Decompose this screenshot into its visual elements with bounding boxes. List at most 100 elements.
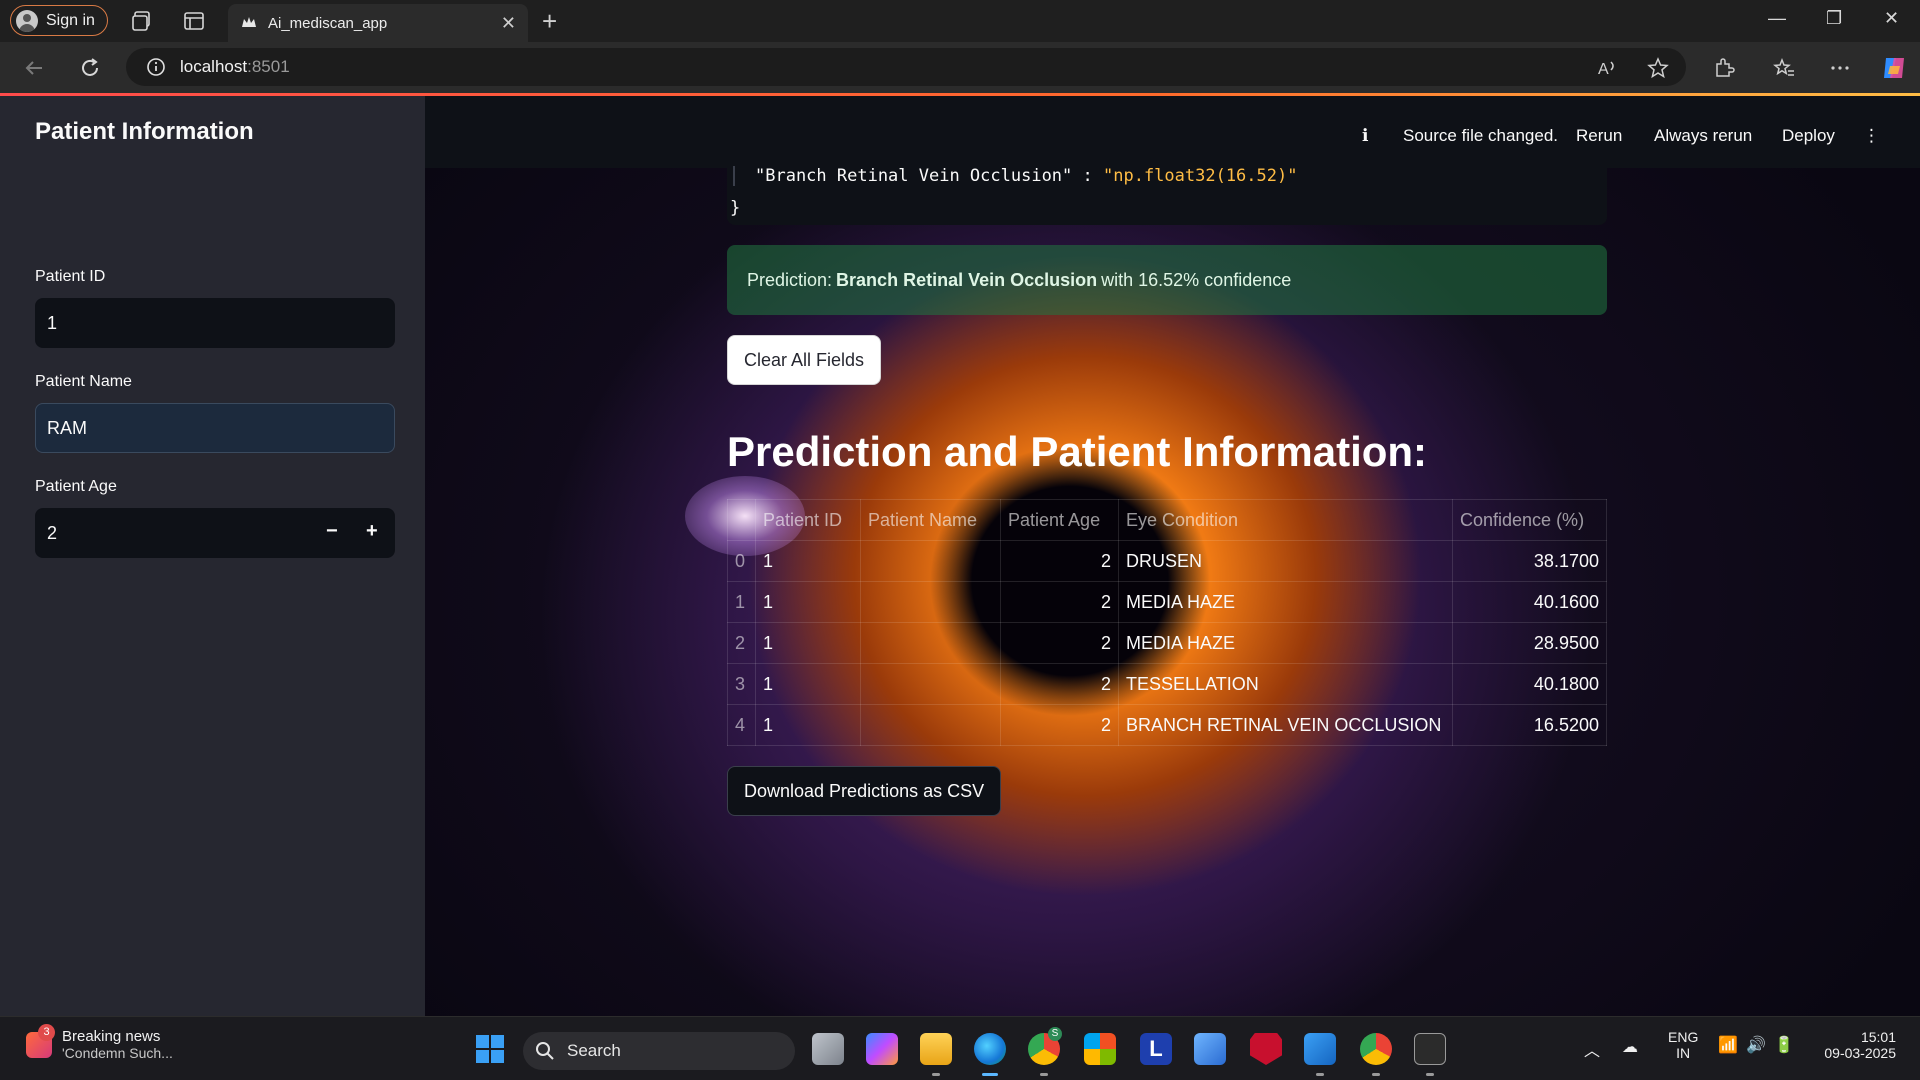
- news-badge: 3: [38, 1023, 55, 1041]
- json-key: "Branch Retinal Vein Occlusion": [755, 166, 1073, 186]
- col-confidence-header[interactable]: Confidence (%): [1452, 499, 1607, 541]
- main-menu-icon[interactable]: ⋮: [1863, 126, 1880, 146]
- minimize-icon[interactable]: —: [1768, 8, 1786, 29]
- windows-start-icon[interactable]: [474, 1033, 506, 1065]
- prediction-success-alert: Prediction: Branch Retinal Vein Occlusio…: [727, 245, 1607, 315]
- table-row[interactable]: 2 1 2 MEDIA HAZE 28.9500: [727, 622, 1607, 664]
- page-heading: Prediction and Patient Information:: [727, 428, 1428, 475]
- workspaces-icon[interactable]: [130, 9, 154, 33]
- language-code: ENG: [1668, 1029, 1699, 1045]
- chrome-profile-badge: S: [1048, 1027, 1062, 1041]
- profile-icon: [16, 9, 38, 32]
- region-code: IN: [1676, 1045, 1691, 1061]
- copilot-icon[interactable]: [1880, 54, 1908, 82]
- news-icon: 3: [26, 1023, 55, 1058]
- windows-taskbar: 3 Breaking news 'Condemn Such... Search …: [0, 1016, 1920, 1080]
- table-row[interactable]: 0 1 2 DRUSEN 38.1700: [727, 540, 1607, 582]
- address-bar-row: localhost:8501 A: [0, 42, 1920, 94]
- search-label: Search: [567, 1041, 621, 1060]
- table-row[interactable]: 4 1 2 BRANCH RETINAL VEIN OCCLUSION 16.5…: [727, 704, 1607, 746]
- favorite-star-icon[interactable]: [1646, 56, 1670, 80]
- patient-age-input[interactable]: 2: [35, 508, 395, 558]
- cell-confidence: 38.1700: [1452, 540, 1607, 582]
- terminal-icon[interactable]: [1414, 1033, 1446, 1065]
- chrome-running-indicator: [1040, 1073, 1048, 1076]
- task-view-icon[interactable]: [812, 1033, 844, 1065]
- age-decrement-button[interactable]: −: [326, 520, 338, 543]
- site-info-icon[interactable]: [146, 57, 166, 77]
- l-app-icon[interactable]: L: [1140, 1033, 1172, 1065]
- copilot-taskbar-icon[interactable]: [866, 1033, 898, 1065]
- search-icon: [536, 1042, 554, 1060]
- battery-icon[interactable]: 🔋: [1774, 1035, 1794, 1055]
- col-eye-condition-header[interactable]: Eye Condition: [1118, 499, 1453, 541]
- cell-patient-age: 2: [1000, 663, 1119, 705]
- row-index: 2: [727, 622, 756, 664]
- more-options-icon[interactable]: [1828, 56, 1852, 80]
- language-indicator[interactable]: ENG IN: [1668, 1029, 1698, 1061]
- always-rerun-button[interactable]: Always rerun: [1654, 126, 1752, 146]
- clock[interactable]: 15:01 09-03-2025: [1816, 1029, 1896, 1061]
- close-tab-icon[interactable]: ✕: [501, 13, 516, 34]
- new-tab-icon[interactable]: +: [542, 6, 557, 37]
- microsoft-store-icon[interactable]: [1084, 1033, 1116, 1065]
- col-index-header[interactable]: [727, 499, 756, 541]
- onedrive-icon[interactable]: ☁: [1622, 1037, 1638, 1057]
- sign-in-label: Sign in: [46, 11, 95, 29]
- table-row[interactable]: 3 1 2 TESSELLATION 40.1800: [727, 663, 1607, 705]
- edge-browser-icon[interactable]: [974, 1033, 1006, 1065]
- col-patient-age-header[interactable]: Patient Age: [1000, 499, 1119, 541]
- sign-in-button[interactable]: Sign in: [10, 5, 108, 36]
- close-window-icon[interactable]: ✕: [1884, 8, 1899, 29]
- clear-all-fields-button[interactable]: Clear All Fields: [727, 335, 882, 385]
- reload-icon[interactable]: [78, 56, 102, 80]
- show-hidden-icons-chevron-icon[interactable]: ︿: [1584, 1037, 1600, 1061]
- col-patient-name-header[interactable]: Patient Name: [860, 499, 1001, 541]
- table-row[interactable]: 1 1 2 MEDIA HAZE 40.1600: [727, 581, 1607, 623]
- row-index: 1: [727, 581, 756, 623]
- pen-app-icon[interactable]: [1194, 1033, 1226, 1065]
- cell-confidence: 40.1600: [1452, 581, 1607, 623]
- predictions-table[interactable]: Patient ID Patient Name Patient Age Eye …: [727, 499, 1607, 746]
- cell-patient-id: 1: [755, 540, 861, 582]
- extensions-icon[interactable]: [1712, 56, 1736, 80]
- chrome-profile-2-icon[interactable]: [1360, 1033, 1392, 1065]
- news-widget[interactable]: 3 Breaking news 'Condemn Such...: [26, 1023, 173, 1061]
- url-field[interactable]: localhost:8501: [126, 48, 1686, 86]
- favorites-icon[interactable]: [1772, 56, 1796, 80]
- read-aloud-icon[interactable]: A: [1596, 56, 1620, 80]
- restore-icon[interactable]: ❐: [1826, 8, 1842, 29]
- vertical-tabs-icon[interactable]: [182, 9, 206, 33]
- back-icon[interactable]: [22, 56, 46, 80]
- json-output-block: "Branch Retinal Vein Occlusion" : "np.fl…: [727, 150, 1607, 225]
- mcafee-icon[interactable]: [1250, 1033, 1282, 1065]
- age-increment-button[interactable]: +: [366, 520, 378, 543]
- patient-id-input[interactable]: 1: [35, 298, 395, 348]
- alert-prefix: Prediction:: [747, 269, 833, 290]
- patient-name-input[interactable]: RAM: [35, 403, 395, 453]
- cell-patient-name: [860, 663, 1001, 705]
- streamlit-crown-icon: [242, 17, 256, 27]
- news-title: Breaking news: [62, 1028, 161, 1045]
- wifi-icon[interactable]: 📶: [1718, 1035, 1738, 1055]
- file-explorer-icon[interactable]: [920, 1033, 952, 1065]
- cell-eye-condition: MEDIA HAZE: [1118, 622, 1453, 664]
- deploy-button[interactable]: Deploy: [1782, 126, 1835, 146]
- source-changed-status: Source file changed.: [1403, 126, 1558, 145]
- cell-eye-condition: BRANCH RETINAL VEIN OCCLUSION: [1118, 704, 1453, 746]
- terminal-running-indicator: [1426, 1073, 1434, 1076]
- col-patient-id-header[interactable]: Patient ID: [755, 499, 861, 541]
- cell-patient-id: 1: [755, 704, 861, 746]
- chrome-icon[interactable]: S: [1028, 1027, 1062, 1065]
- info-icon[interactable]: ℹ: [1362, 126, 1368, 146]
- volume-icon[interactable]: 🔊: [1746, 1035, 1766, 1055]
- cell-patient-name: [860, 581, 1001, 623]
- rerun-button[interactable]: Rerun: [1576, 126, 1622, 146]
- taskbar-search-box[interactable]: Search: [523, 1032, 795, 1070]
- vscode-icon[interactable]: [1304, 1033, 1336, 1065]
- download-csv-button[interactable]: Download Predictions as CSV: [727, 766, 1002, 816]
- cell-eye-condition: MEDIA HAZE: [1118, 581, 1453, 623]
- active-tab[interactable]: Ai_mediscan_app ✕: [228, 4, 528, 42]
- edge-active-indicator: [982, 1073, 998, 1076]
- clock-date: 09-03-2025: [1824, 1045, 1896, 1061]
